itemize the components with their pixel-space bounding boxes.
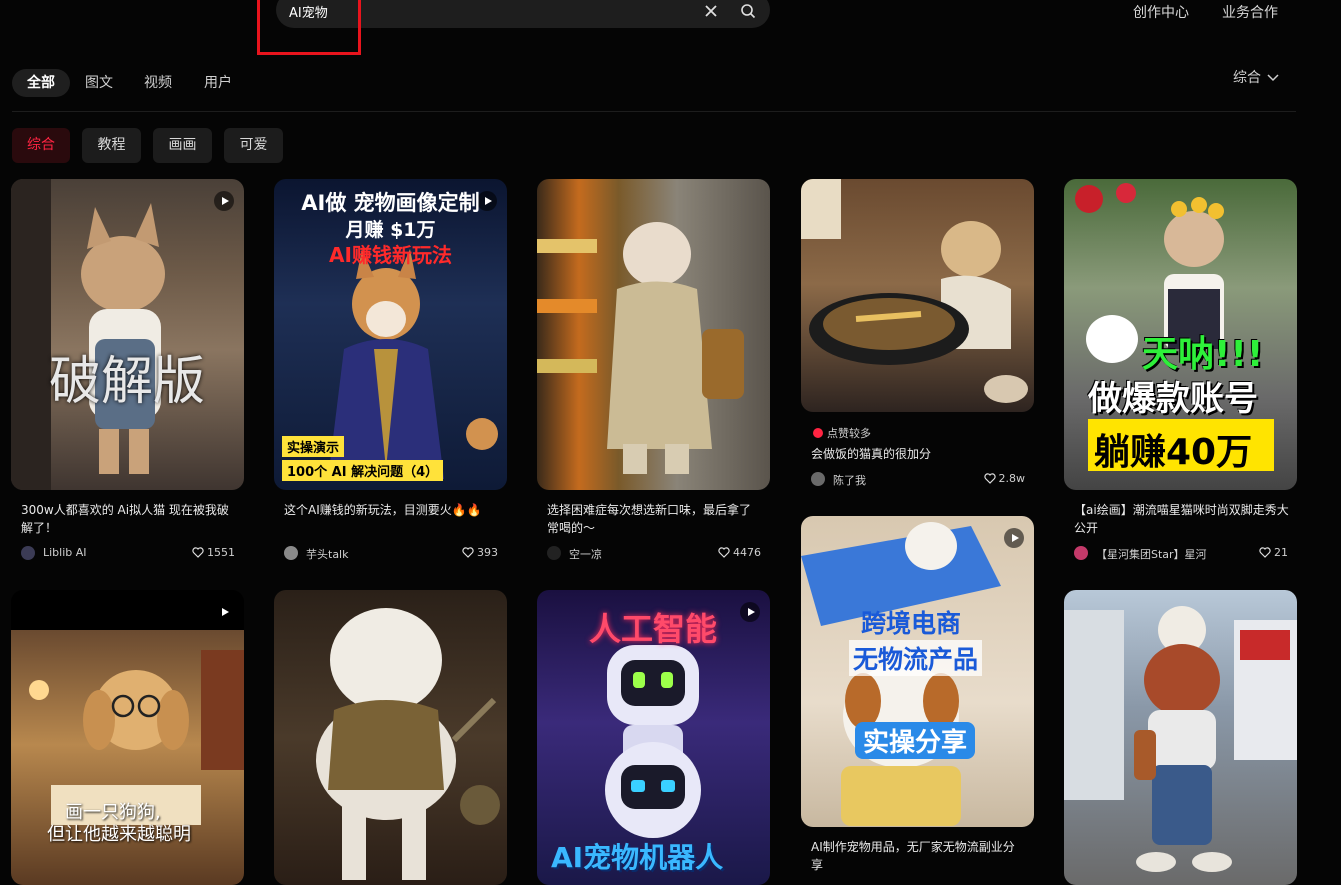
heart-icon (983, 473, 996, 484)
cover-text-line: 无物流产品 (849, 640, 983, 676)
cover-text-line: 实操分享 (855, 722, 976, 759)
tab-video[interactable]: 视频 (144, 69, 172, 97)
author-name[interactable]: 【星河集团Star】星河 (1096, 546, 1207, 562)
heart-icon (462, 547, 474, 558)
note-title[interactable]: AI制作宠物用品，无厂家无物流副业分享 (811, 838, 1026, 874)
like-count: 393 (477, 546, 498, 559)
author-name[interactable]: Liblib AI (43, 546, 87, 559)
chevron-down-icon (1267, 74, 1279, 82)
heart-icon (1259, 547, 1271, 558)
chip-cute[interactable]: 可爱 (224, 128, 283, 163)
tab-image-text[interactable]: 图文 (85, 69, 113, 97)
like-button[interactable]: 1551 (192, 546, 235, 559)
like-count: 2.8w (998, 472, 1026, 485)
cover-text-line: AI赚钱新玩法 (329, 243, 452, 267)
fire-icon (813, 428, 823, 438)
hot-badge-label: 点赞较多 (827, 427, 871, 440)
cover-text-line: AI宠物机器人 (551, 841, 724, 874)
note-cover-image[interactable] (1064, 590, 1297, 885)
chip-drawing[interactable]: 画画 (153, 128, 212, 163)
close-icon[interactable] (704, 4, 718, 18)
like-button[interactable]: 2.8w (983, 472, 1026, 485)
creator-center-link[interactable]: 创作中心 (1133, 2, 1189, 22)
cover-text-line: 月赚 $1万 (345, 219, 436, 241)
note-cover-image[interactable]: 人工智能 AI宠物机器人 (537, 590, 770, 885)
cover-badge: 实操演示 (282, 436, 345, 457)
author-name[interactable]: 空一凉 (569, 546, 602, 562)
cover-text-line: 人工智能 (589, 610, 718, 648)
search-icon[interactable] (740, 3, 756, 19)
divider (12, 111, 1296, 112)
avatar[interactable] (547, 546, 561, 560)
note-cover-image[interactable]: 跨境电商 无物流产品 实操分享 (801, 516, 1034, 827)
avatar[interactable] (284, 546, 298, 560)
like-button[interactable]: 21 (1259, 546, 1288, 559)
note-title[interactable]: 300w人都喜欢的 Ai拟人猫 现在被我破解了！ (21, 501, 236, 537)
hot-badge: 点赞较多 (813, 425, 871, 441)
note-cover-image[interactable] (537, 179, 770, 490)
cover-text-line: 躺赚40万 (1094, 432, 1253, 473)
note-cover-image[interactable]: 画一只狗狗, 但让他越来越聪明 (11, 590, 244, 885)
tab-all[interactable]: 全部 (12, 69, 70, 97)
avatar[interactable] (811, 472, 825, 486)
note-meta: 空一凉 4476 (547, 544, 761, 562)
note-meta: Liblib AI 1551 (21, 544, 235, 562)
tab-users[interactable]: 用户 (204, 69, 232, 97)
heart-icon (718, 547, 730, 558)
video-badge-icon (214, 602, 234, 622)
note-cover-image[interactable]: AI做 宠物画像定制 月赚 $1万 AI赚钱新玩法 实操演示 100个 AI 解… (274, 179, 507, 490)
avatar[interactable] (1074, 546, 1088, 560)
annotation-highlight-box (257, 0, 361, 55)
note-title[interactable]: 这个AI赚钱的新玩法，目测要火🔥🔥 (284, 501, 499, 519)
note-cover-image[interactable] (801, 179, 1034, 412)
note-title[interactable]: 【ai绘画】潮流喵星猫咪时尚双脚走秀大公开 (1074, 501, 1289, 537)
video-badge-icon (740, 602, 760, 622)
note-meta: 【星河集团Star】星河 21 (1074, 544, 1288, 562)
note-meta: 陈了我 2.8w (811, 470, 1025, 488)
cover-text-line: 天呐!!! (1142, 334, 1264, 375)
cover-text-line: 跨境电商 (861, 609, 962, 638)
like-count: 4476 (733, 546, 761, 559)
cover-text-line: 但让他越来越聪明 (47, 824, 191, 845)
note-cover-image[interactable] (274, 590, 507, 885)
video-badge-icon (214, 191, 234, 211)
note-cover-image[interactable]: 天呐!!! 做爆款账号 躺赚40万 (1064, 179, 1297, 490)
note-title[interactable]: 会做饭的猫真的很加分 (811, 445, 1026, 463)
cover-badge: 100个 AI 解决问题（4） (282, 460, 444, 481)
business-link[interactable]: 业务合作 (1222, 2, 1278, 22)
note-cover-image[interactable]: 破解版 (11, 179, 244, 490)
sort-dropdown[interactable]: 综合 (1233, 69, 1279, 87)
avatar[interactable] (21, 546, 35, 560)
video-badge-icon (1004, 528, 1024, 548)
sort-label: 综合 (1233, 70, 1261, 86)
like-count: 21 (1274, 546, 1288, 559)
like-button[interactable]: 393 (462, 546, 498, 559)
cover-text: 破解版 (49, 352, 206, 412)
chip-general[interactable]: 综合 (12, 128, 70, 163)
like-count: 1551 (207, 546, 235, 559)
like-button[interactable]: 4476 (718, 546, 761, 559)
author-name[interactable]: 芋头talk (306, 546, 348, 562)
author-name[interactable]: 陈了我 (833, 472, 866, 488)
cover-text-line: AI做 宠物画像定制 (301, 191, 480, 215)
chip-tutorial[interactable]: 教程 (82, 128, 141, 163)
note-title[interactable]: 选择困难症每次想选新口味，最后拿了常喝的～ (547, 501, 762, 537)
cover-text-line: 做爆款账号 (1088, 379, 1258, 419)
heart-icon (192, 547, 204, 558)
note-meta: 芋头talk 393 (284, 544, 498, 562)
